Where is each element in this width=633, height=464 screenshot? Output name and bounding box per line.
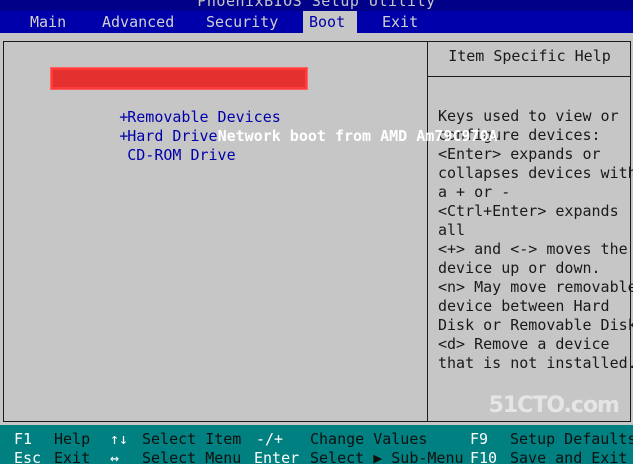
key-legend-row: Esc Exit ↔ Select Menu Enter Select ▶ Su… (0, 449, 633, 464)
help-line: device between Hard (438, 297, 610, 315)
help-line: device up or down. (438, 259, 601, 277)
key-esc: Esc (14, 449, 42, 464)
boot-item-label: CD-ROM Drive (127, 146, 236, 164)
key-desc: Select ▶ Sub-Menu (310, 449, 464, 464)
key-desc: Save and Exit (510, 449, 628, 464)
help-line: <d> Remove a device (438, 335, 610, 353)
help-line: Disk or Removable Disk (438, 316, 633, 334)
key-desc: Select Item (142, 430, 242, 448)
help-line: <+> and <-> moves the (438, 240, 628, 258)
key-f1: F1 (14, 430, 33, 448)
key-minus-plus: -/+ (256, 430, 284, 448)
menu-boot[interactable]: Boot (303, 11, 357, 33)
help-line: collapses devices with (438, 164, 633, 182)
menu-advanced[interactable]: Advanced (96, 11, 180, 33)
help-line: a + or - (438, 183, 511, 201)
key-legend-row: F1 Help ↑↓ Select Item -/+ Change Values… (0, 430, 633, 449)
key-up-down: ↑↓ (110, 430, 129, 448)
menu-exit[interactable]: Exit (376, 11, 424, 33)
help-title: Item Specific Help (448, 47, 611, 65)
key-f9: F9 (470, 430, 489, 448)
help-separator (428, 76, 631, 77)
bios-screen: PhoenixBIOS Setup Utility Main Advanced … (0, 0, 633, 464)
boot-item-network[interactable]: Network boot from AMD Am79C970A (47, 67, 498, 145)
key-legend-bar: F1 Help ↑↓ Select Item -/+ Change Values… (0, 425, 633, 464)
watermark-logo: 51CTO.com (488, 393, 620, 418)
key-desc: Select Menu (142, 449, 242, 464)
main-panel: Network boot from AMD Am79C970A +Removab… (0, 33, 633, 425)
help-line: <n> May move removable (438, 278, 633, 296)
boot-order-list: Network boot from AMD Am79C970A +Removab… (47, 67, 498, 164)
boot-item-label: Network boot from AMD Am79C970A (217, 127, 498, 145)
selection-highlight (50, 67, 308, 90)
help-line: all (438, 221, 466, 239)
key-desc: Setup Defaults (510, 430, 633, 448)
key-desc: Exit (54, 449, 91, 464)
help-line: <Ctrl+Enter> expands (438, 202, 619, 220)
key-enter: Enter (254, 449, 300, 464)
window-title: PhoenixBIOS Setup Utility (197, 0, 436, 10)
key-desc: Help (54, 430, 91, 448)
key-f10: F10 (470, 449, 498, 464)
key-desc: Change Values (310, 430, 428, 448)
boot-item-label: Removable Devices (127, 108, 281, 126)
menu-security[interactable]: Security (200, 11, 284, 33)
menu-main[interactable]: Main (24, 11, 72, 33)
menu-bar: Main Advanced Security Boot Exit (0, 11, 633, 33)
boot-item-label: Hard Drive (127, 127, 218, 145)
help-line: that is not installed. (438, 354, 633, 372)
key-left-right: ↔ (110, 449, 120, 464)
boot-item-removable[interactable]: +Removable Devices (47, 89, 498, 126)
